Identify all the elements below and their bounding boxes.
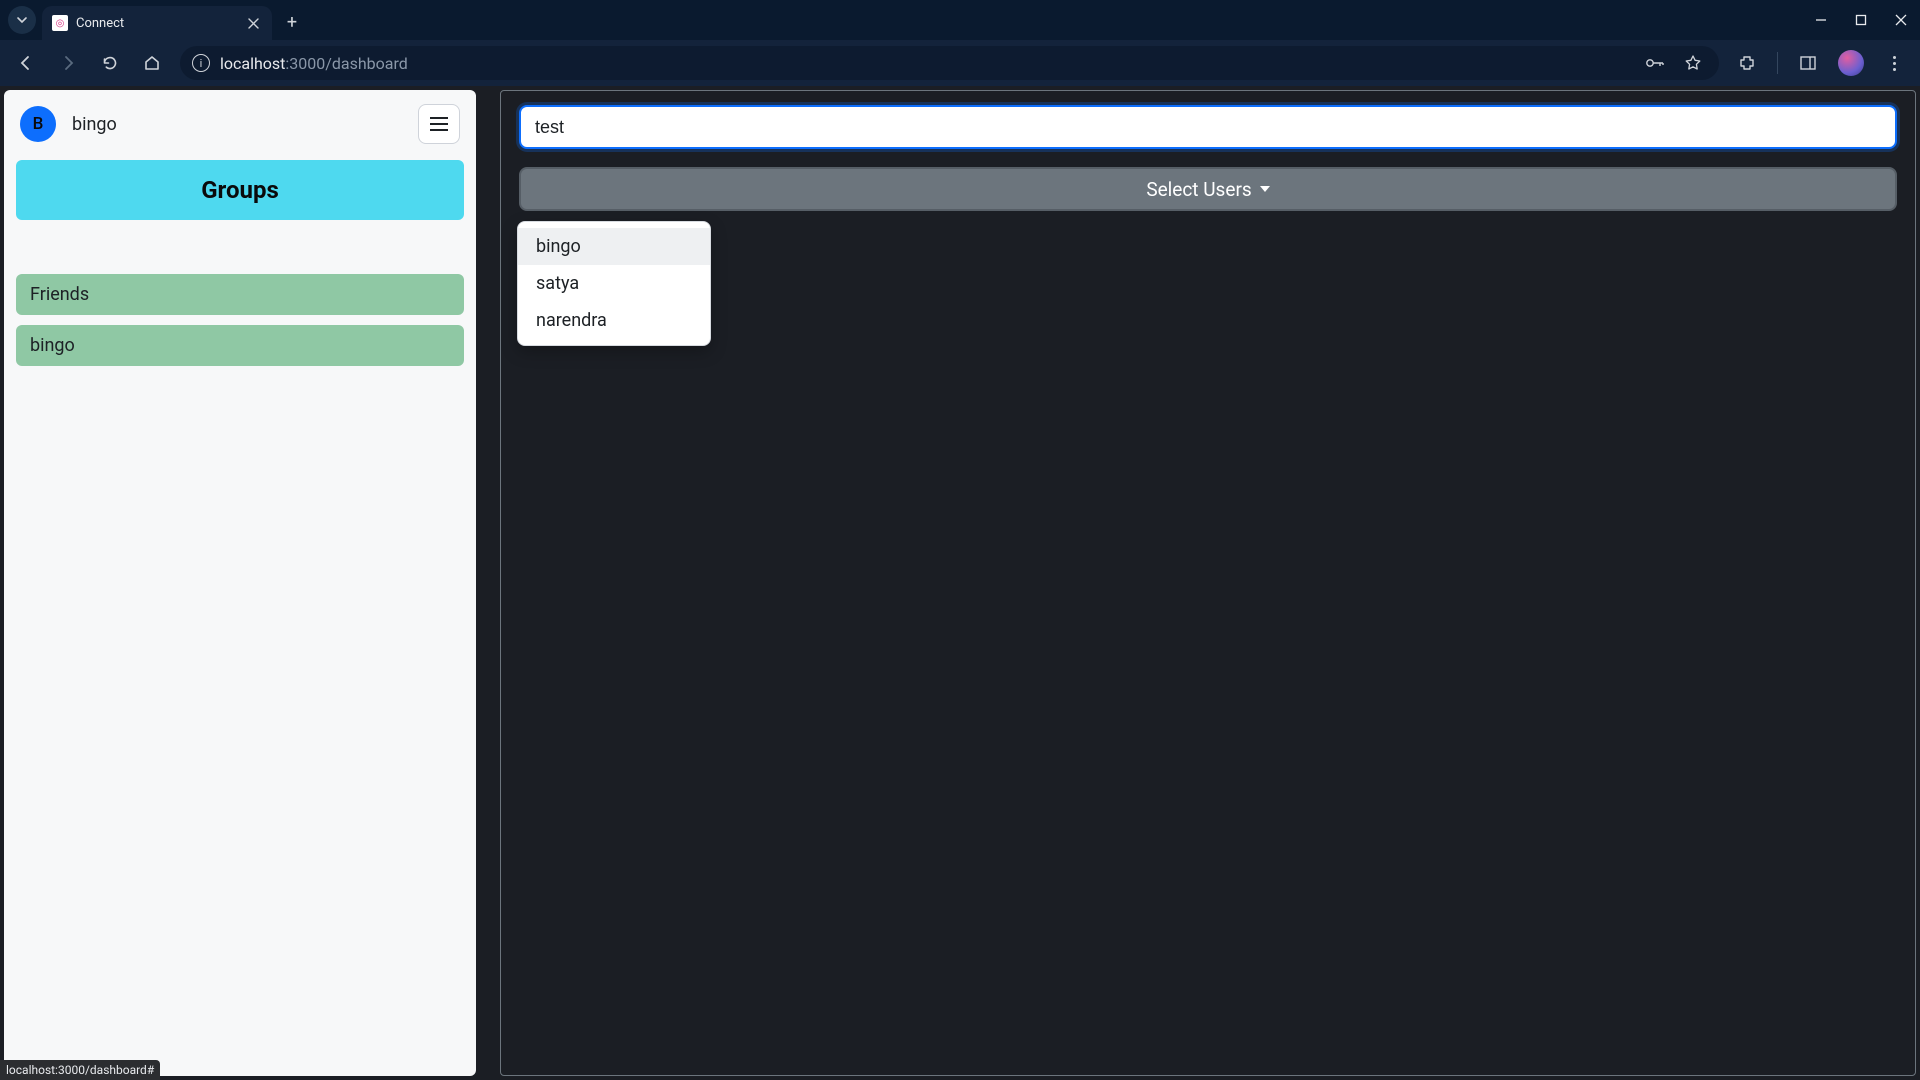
window-close-button[interactable] <box>1892 11 1910 29</box>
page-content: B bingo Groups Friends bingo Select User… <box>0 86 1920 1080</box>
url-bar[interactable]: i localhost:3000/dashboard <box>180 46 1719 80</box>
url-host: localhost <box>220 54 285 73</box>
password-key-icon[interactable] <box>1641 49 1669 77</box>
extensions-icon[interactable] <box>1733 49 1761 77</box>
tab-close-button[interactable] <box>244 14 262 32</box>
home-button[interactable] <box>138 49 166 77</box>
browser-menu-button[interactable] <box>1880 49 1908 77</box>
tab-search-dropdown[interactable] <box>8 6 36 34</box>
user-block: B bingo <box>20 106 117 142</box>
new-tab-button[interactable]: + <box>278 8 306 36</box>
dropdown-item[interactable]: narendra <box>518 302 710 339</box>
sidebar-header: B bingo <box>16 100 464 160</box>
url-text: localhost:3000/dashboard <box>220 54 1631 73</box>
browser-titlebar: ◎ Connect + <box>0 0 1920 40</box>
group-item[interactable]: bingo <box>16 325 464 366</box>
groups-banner[interactable]: Groups <box>16 160 464 220</box>
site-info-icon[interactable]: i <box>192 54 210 72</box>
browser-toolbar: i localhost:3000/dashboard <box>0 40 1920 86</box>
forward-button[interactable] <box>54 49 82 77</box>
window-maximize-button[interactable] <box>1852 11 1870 29</box>
sidebar-menu-button[interactable] <box>418 104 460 144</box>
window-controls <box>1812 11 1910 29</box>
side-panel-icon[interactable] <box>1794 49 1822 77</box>
sidebar: B bingo Groups Friends bingo <box>4 90 476 1076</box>
browser-tab-active[interactable]: ◎ Connect <box>42 6 272 40</box>
tab-strip: ◎ Connect + <box>8 0 306 40</box>
main-panel: Select Users bingo satya narendra <box>500 90 1916 1076</box>
group-item[interactable]: Friends <box>16 274 464 315</box>
dropdown-item[interactable]: bingo <box>518 228 710 265</box>
select-users-button[interactable]: Select Users <box>519 167 1897 211</box>
select-users-dropdown: bingo satya narendra <box>517 221 711 346</box>
group-name-input[interactable] <box>519 105 1897 149</box>
tab-title: Connect <box>76 16 236 31</box>
window-minimize-button[interactable] <box>1812 11 1830 29</box>
back-button[interactable] <box>12 49 40 77</box>
dropdown-item[interactable]: satya <box>518 265 710 302</box>
reload-button[interactable] <box>96 49 124 77</box>
toolbar-right <box>1733 49 1908 77</box>
user-avatar: B <box>20 106 56 142</box>
url-port-path: :3000/dashboard <box>285 54 407 73</box>
tab-favicon: ◎ <box>52 15 68 31</box>
select-users-label: Select Users <box>1146 178 1251 201</box>
status-link-preview: localhost:3000/dashboard# <box>0 1060 160 1080</box>
toolbar-separator <box>1777 52 1778 74</box>
user-name: bingo <box>72 114 117 135</box>
caret-down-icon <box>1260 186 1270 192</box>
group-list: Friends bingo <box>16 274 464 366</box>
hamburger-icon <box>430 117 448 131</box>
profile-avatar[interactable] <box>1838 50 1864 76</box>
bookmark-star-icon[interactable] <box>1679 49 1707 77</box>
